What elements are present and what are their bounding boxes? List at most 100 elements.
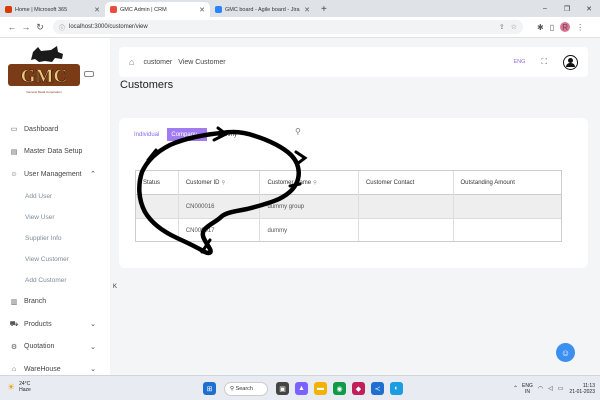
teams-icon[interactable]: ▲ (295, 382, 308, 395)
close-icon[interactable]: ✕ (304, 6, 310, 14)
fullscreen-icon[interactable]: ⛶ (541, 57, 547, 67)
user-icon: ☺ (10, 170, 18, 178)
browser-tab-microsoft[interactable]: Home | Microsoft 365 ✕ (0, 2, 105, 17)
taskbar-search[interactable]: ⚲ Search (224, 381, 268, 396)
customers-card: Individual Company dummy ⚲ Status Custom… (119, 118, 588, 268)
tab-label: GMC board - Agile board - Jira (225, 6, 300, 13)
new-tab-button[interactable]: + (321, 2, 327, 17)
sidebar-item-dashboard[interactable]: ▭ Dashboard (0, 118, 110, 141)
reload-icon[interactable]: ↻ (33, 22, 47, 33)
sidebar-toggle[interactable] (84, 71, 94, 77)
search-icon[interactable]: ⚲ (313, 180, 317, 186)
tab-individual[interactable]: Individual (130, 128, 163, 141)
url-field[interactable]: ⓘ localhost:3000/customer/view ⇪ ☆ (53, 20, 523, 34)
jira-favicon-icon (215, 6, 222, 13)
tab-label: GMC Admin | CRM (120, 6, 167, 13)
search-icon[interactable]: ⚲ (295, 127, 301, 136)
cell-status (136, 219, 179, 241)
user-avatar[interactable] (563, 54, 578, 70)
menu-icon[interactable]: ⋮ (576, 23, 584, 32)
tab-company[interactable]: Company (167, 128, 208, 141)
cell-customer-id: CN000017 (179, 219, 261, 241)
chevron-down-icon: ⌄ (90, 366, 96, 374)
battery-icon[interactable]: ▭ (558, 385, 564, 392)
clock[interactable]: 11:13 21-01-2023 (569, 383, 595, 395)
column-header-customer-name[interactable]: Customer Name ⚲ (260, 171, 359, 195)
wifi-icon[interactable]: ◠ (538, 385, 543, 392)
logo-text: GMC (21, 66, 67, 87)
dashboard-icon: ▭ (10, 126, 18, 134)
branch-icon: ▥ (10, 298, 18, 306)
sidebar-item-label: Products (24, 320, 52, 328)
cell-customer-name: dummy (260, 219, 359, 241)
column-header-customer-id[interactable]: Customer ID ⚲ (179, 171, 261, 195)
app-icon[interactable]: ◆ (352, 382, 365, 395)
browser-tab-strip: Home | Microsoft 365 ✕ GMC Admin | CRM ✕… (0, 0, 600, 17)
close-icon[interactable]: ✕ (94, 6, 100, 14)
speaker-icon[interactable]: ◁ (548, 385, 553, 392)
chevron-up-icon[interactable]: ⌃ (513, 385, 518, 392)
system-tray: ⌃ ENG IN ◠ ◁ ▭ 11:13 21-01-2023 (508, 379, 595, 398)
windows-start-icon[interactable]: ⊞ (203, 382, 216, 395)
browser-tab-gmc-admin[interactable]: GMC Admin | CRM ✕ (105, 2, 210, 17)
browser-tab-jira[interactable]: GMC board - Agile board - Jira ✕ (210, 2, 315, 17)
minimize-button[interactable]: – (534, 5, 556, 12)
sidepanel-icon[interactable]: ▯ (550, 23, 554, 32)
file-explorer-icon[interactable]: ▬ (314, 382, 327, 395)
breadcrumb-view-customer: View Customer (178, 58, 226, 66)
sidebar-item-label: Dashboard (24, 125, 59, 133)
close-window-button[interactable]: ✕ (578, 5, 600, 13)
close-icon[interactable]: ✕ (199, 6, 205, 14)
filter-bar: Individual Company dummy (130, 128, 293, 141)
sidebar: GMC General Metal Corporation ▭ Dashboar… (0, 38, 110, 375)
search-input[interactable]: dummy (213, 128, 293, 141)
cell-outstanding-amount (454, 195, 561, 219)
chevron-up-icon: ⌃ (90, 171, 96, 179)
extensions-icon[interactable]: ✱ (537, 23, 544, 32)
vscode-icon[interactable]: ≺ (371, 382, 384, 395)
forward-icon[interactable]: → (19, 22, 33, 32)
info-icon[interactable]: ⓘ (59, 23, 65, 32)
microsoft-favicon-icon (5, 6, 12, 13)
task-view-icon[interactable]: ▣ (276, 382, 289, 395)
sidebar-item-master-data[interactable]: ▤ Master Data Setup (0, 141, 110, 164)
sidebar-item-user-management[interactable]: ☺ User Management ⌃ (0, 163, 110, 186)
customers-table: Status Customer ID ⚲ Customer Name ⚲ Custo… (135, 170, 562, 242)
language-selector[interactable]: ENG (513, 59, 525, 65)
weather-widget[interactable]: ☀ 24°C Haze (7, 381, 31, 393)
bookmark-star-icon[interactable]: ☆ (511, 23, 517, 31)
maximize-button[interactable]: ❐ (556, 5, 578, 13)
window-controls: – ❐ ✕ (534, 0, 600, 17)
sidebar-item-branch[interactable]: ▥ Branch (0, 291, 110, 314)
header-bar: ⌂ customer View Customer ENG ⛶ (119, 47, 588, 77)
stray-label: K (113, 284, 118, 290)
breadcrumb-customer[interactable]: customer (143, 59, 172, 66)
main-content: ⌂ customer View Customer ENG ⛶ Customers… (110, 38, 600, 375)
table-row[interactable]: CN000017 dummy (136, 219, 561, 241)
sidebar-item-warehouse[interactable]: ⌂ WareHouse ⌄ (0, 358, 110, 375)
table-header: Status Customer ID ⚲ Customer Name ⚲ Custo… (136, 171, 561, 195)
sidebar-item-products[interactable]: ⛟ Products ⌄ (0, 313, 110, 336)
table-row[interactable]: CN000016 dummy group (136, 195, 561, 219)
profile-avatar[interactable]: R (560, 22, 571, 32)
sidebar-subitem-view-user[interactable]: View User (0, 207, 110, 228)
cell-status (136, 195, 179, 219)
chat-fab-button[interactable]: ☺ (556, 343, 575, 362)
lang-code: ENG (522, 382, 533, 389)
chrome-icon[interactable]: ◉ (333, 382, 346, 395)
sidebar-subitem-add-customer[interactable]: Add Customer (0, 270, 110, 291)
home-icon[interactable]: ⌂ (129, 57, 134, 67)
back-icon[interactable]: ← (5, 22, 19, 32)
edge-icon[interactable]: ◐ (390, 382, 403, 395)
address-bar: ← → ↻ ⓘ localhost:3000/customer/view ⇪ ☆… (0, 17, 600, 38)
sidebar-subitem-supplier-info[interactable]: Supplier Info (0, 228, 110, 249)
quotation-icon: ⚙ (10, 343, 18, 351)
warehouse-icon: ⌂ (11, 365, 17, 373)
sidebar-item-quotation[interactable]: ⚙ Quotation ⌄ (0, 336, 110, 359)
input-language[interactable]: ENG IN (522, 383, 533, 395)
share-icon[interactable]: ⇪ (499, 23, 505, 31)
sidebar-subitem-add-user[interactable]: Add User (0, 186, 110, 207)
search-icon[interactable]: ⚲ (222, 180, 226, 186)
sidebar-subitem-view-customer[interactable]: View Customer (0, 249, 110, 270)
column-header-customer-contact: Customer Contact (359, 171, 454, 195)
